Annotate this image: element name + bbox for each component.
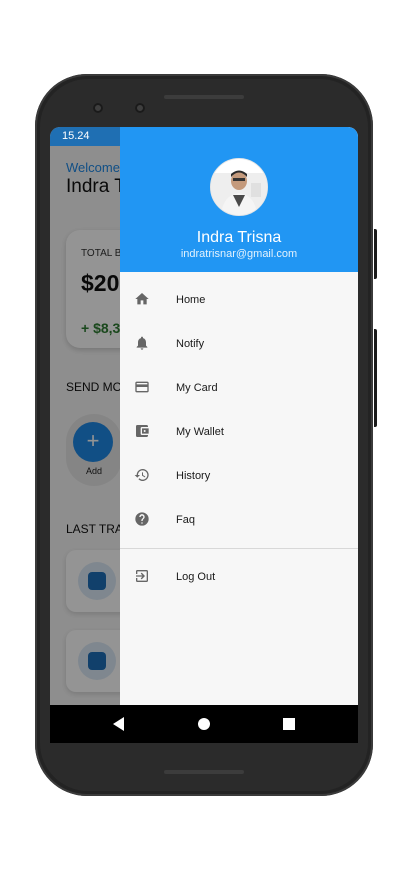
menu-item-history[interactable]: History xyxy=(120,454,358,498)
bottom-speaker xyxy=(164,770,244,774)
avatar[interactable] xyxy=(210,158,268,216)
front-camera xyxy=(93,103,103,113)
logout-icon xyxy=(136,570,148,582)
power-button xyxy=(374,229,377,279)
status-time: 15.24 xyxy=(62,130,90,142)
menu-item-my-card[interactable]: My Card xyxy=(120,366,358,410)
credit-card-icon xyxy=(135,381,149,393)
recents-icon[interactable] xyxy=(283,718,295,730)
wallet-icon xyxy=(136,425,149,437)
volume-button xyxy=(374,329,377,427)
menu-item-notify[interactable]: Notify xyxy=(120,322,358,366)
home-icon xyxy=(135,293,149,305)
menu-label-faq: Faq xyxy=(176,514,195,526)
menu-label-home: Home xyxy=(176,294,206,306)
home-circle-icon[interactable] xyxy=(198,718,210,730)
menu-item-home[interactable]: Home xyxy=(120,278,358,322)
menu-divider xyxy=(120,548,358,549)
menu-item-faq[interactable]: Faq xyxy=(120,498,358,542)
help-icon xyxy=(135,512,149,526)
system-nav-bar xyxy=(50,705,358,743)
screen: Welcome Indra T TOTAL B $20 + $8,3 SEND … xyxy=(50,127,358,743)
navigation-drawer: Indra Trisna indratrisnar@gmail.com Home… xyxy=(120,127,358,705)
menu-label-log-out: Log Out xyxy=(176,571,216,583)
history-icon xyxy=(134,469,149,481)
menu-label-my-card: My Card xyxy=(176,382,218,394)
drawer-header: Indra Trisna indratrisnar@gmail.com xyxy=(120,127,358,272)
back-icon[interactable] xyxy=(113,717,124,731)
front-sensor xyxy=(135,103,145,113)
menu-label-my-wallet: My Wallet xyxy=(176,426,224,438)
top-speaker xyxy=(164,95,244,99)
drawer-menu: Home Notify My Card My Wallet History Fa… xyxy=(120,278,358,542)
menu-label-notify: Notify xyxy=(176,338,205,350)
bell-icon xyxy=(136,336,148,350)
menu-item-my-wallet[interactable]: My Wallet xyxy=(120,410,358,454)
user-name: Indra Trisna xyxy=(196,229,282,246)
avatar-image xyxy=(211,159,267,215)
menu-label-history: History xyxy=(176,470,211,482)
user-email: indratrisnar@gmail.com xyxy=(180,248,298,260)
menu-item-log-out[interactable]: Log Out xyxy=(120,555,358,599)
